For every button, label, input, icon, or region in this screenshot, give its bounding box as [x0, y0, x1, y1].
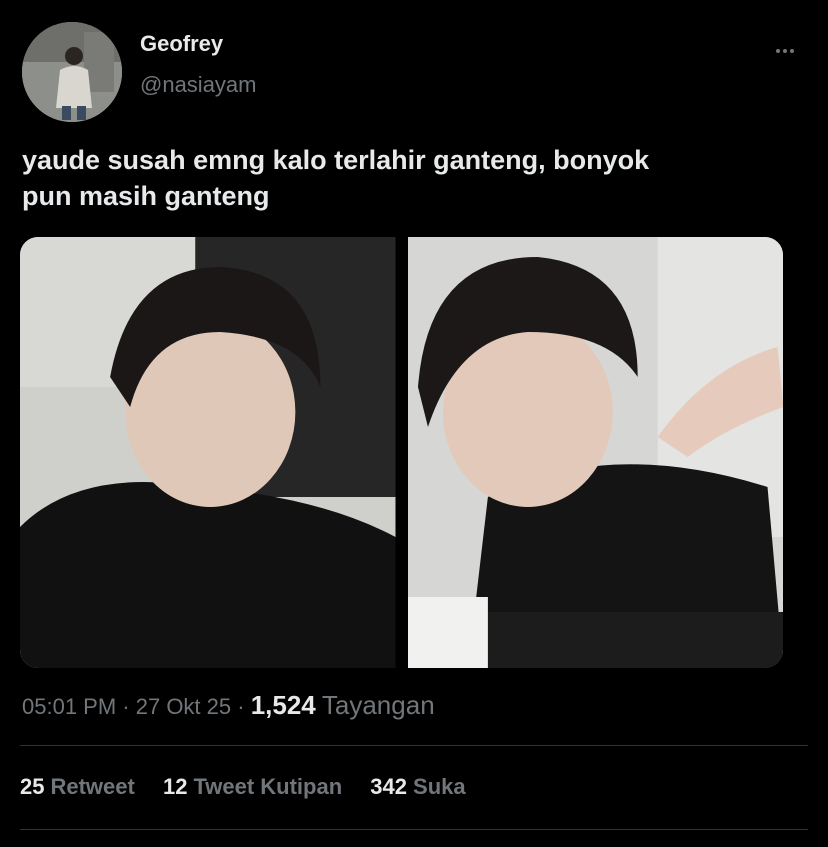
tweet-text-line: yaude susah emng kalo terlahir ganteng, …	[22, 145, 650, 175]
likes-stat[interactable]: 342 Suka	[370, 774, 465, 800]
author-handle[interactable]: @nasiayam	[140, 72, 257, 98]
photo-2[interactable]	[407, 237, 783, 668]
views-count: 1,524	[250, 690, 316, 720]
tweet-meta: 05:01 PM · 27 Okt 25 · 1,524 Tayangan	[22, 690, 435, 721]
tweet-text-line: pun masih ganteng	[22, 181, 270, 211]
photo-1[interactable]	[20, 237, 396, 668]
views-label: Tayangan	[321, 690, 435, 720]
retweets-count: 25	[20, 774, 45, 799]
divider	[20, 745, 808, 746]
separator: ·	[231, 694, 251, 719]
retweets-stat[interactable]: 25 Retweet	[20, 774, 135, 800]
retweets-label: Retweet	[50, 774, 135, 799]
author-name[interactable]: Geofrey	[140, 31, 223, 57]
quotes-stat[interactable]: 12 Tweet Kutipan	[163, 774, 342, 800]
likes-count: 342	[370, 774, 408, 799]
engagement-stats: 25 Retweet 12 Tweet Kutipan 342 Suka	[20, 774, 488, 800]
tweet-time[interactable]: 05:01 PM	[22, 694, 116, 719]
tweet-date[interactable]: 27 Okt 25	[136, 694, 231, 719]
more-horizontal-icon[interactable]	[770, 36, 800, 66]
tweet-header: Geofrey @nasiayam	[22, 22, 806, 126]
tweet-media	[20, 237, 783, 668]
likes-label: Suka	[413, 774, 466, 799]
tweet-text: yaude susah emng kalo terlahir ganteng, …	[22, 142, 812, 214]
divider	[20, 829, 808, 830]
quotes-label: Tweet Kutipan	[193, 774, 343, 799]
separator: ·	[116, 694, 136, 719]
avatar[interactable]	[22, 22, 122, 122]
quotes-count: 12	[162, 774, 188, 799]
